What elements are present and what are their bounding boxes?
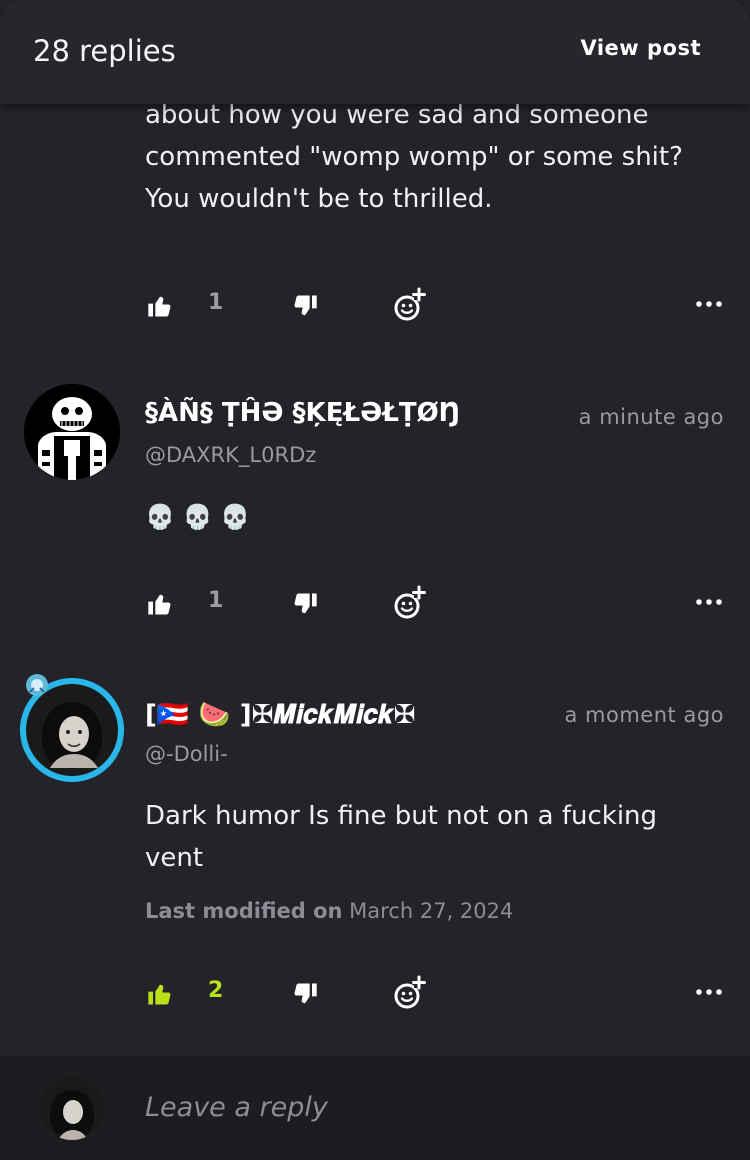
comment-actions: 2 xyxy=(0,974,750,1014)
more-icon[interactable] xyxy=(694,978,726,1002)
add-reaction-icon[interactable] xyxy=(391,974,429,1012)
last-modified: Last modified on March 27, 2024 xyxy=(145,899,513,923)
more-icon[interactable] xyxy=(694,588,726,612)
author-handle: @DAXRK_L0RDz xyxy=(145,443,317,467)
reply-count: 28 replies xyxy=(33,34,176,68)
thumbs-down-icon[interactable] xyxy=(291,980,319,1008)
thumbs-down-icon[interactable] xyxy=(291,292,319,320)
reply-input[interactable]: Leave a reply xyxy=(145,1092,328,1123)
reply-bar: Leave a reply xyxy=(0,1056,750,1160)
previous-comment-text: about how you were sad and someone comme… xyxy=(145,94,683,220)
previous-comment-line: You wouldn't be to thrilled. xyxy=(145,184,493,214)
previous-comment-line: commented "womp womp" or some shit? xyxy=(145,142,683,172)
comment-text: Dark humor Is fine but not on a fucking … xyxy=(145,795,657,879)
portrait-avatar-image xyxy=(40,1076,104,1140)
view-post-button[interactable]: View post xyxy=(580,36,701,60)
replies-header: 28 replies View post xyxy=(0,0,750,104)
last-modified-label: Last modified on xyxy=(145,899,343,923)
author-name[interactable]: [🇵🇷 🍉 ]✠𝑴𝒊𝒄𝒌𝑴𝒊𝒄𝒌✠ xyxy=(145,700,415,731)
author-handle: @-Dolli- xyxy=(145,742,228,766)
avatar[interactable] xyxy=(24,384,120,480)
more-icon[interactable] xyxy=(694,290,726,314)
last-modified-date: March 27, 2024 xyxy=(349,899,514,923)
thumbs-down-icon[interactable] xyxy=(291,590,319,618)
comment-time: a minute ago xyxy=(578,405,724,429)
thumbs-up-icon[interactable] xyxy=(146,980,174,1008)
skeleton-avatar-image xyxy=(24,384,120,480)
current-user-avatar[interactable] xyxy=(40,1076,104,1140)
comment-text-line: vent xyxy=(145,843,204,873)
comment-text-line: Dark humor Is fine but not on a fucking xyxy=(145,801,658,831)
thumbs-up-icon[interactable] xyxy=(146,590,174,618)
like-count: 2 xyxy=(208,978,224,1003)
comment-time: a moment ago xyxy=(564,703,724,727)
thumbs-up-icon[interactable] xyxy=(146,292,174,320)
add-reaction-icon[interactable] xyxy=(391,286,429,324)
profile-frame-badge-icon xyxy=(24,672,50,698)
comment-actions: 1 xyxy=(0,286,750,326)
author-name[interactable]: §ÀÑ§ ṬĤƏ §ĶĘŁƏŁṬØŊ xyxy=(145,398,461,428)
add-reaction-icon[interactable] xyxy=(391,584,429,622)
like-count: 1 xyxy=(208,290,224,315)
comment-text: 💀 💀 💀 xyxy=(145,503,250,531)
like-count: 1 xyxy=(208,588,224,613)
comment-actions: 1 xyxy=(0,584,750,624)
